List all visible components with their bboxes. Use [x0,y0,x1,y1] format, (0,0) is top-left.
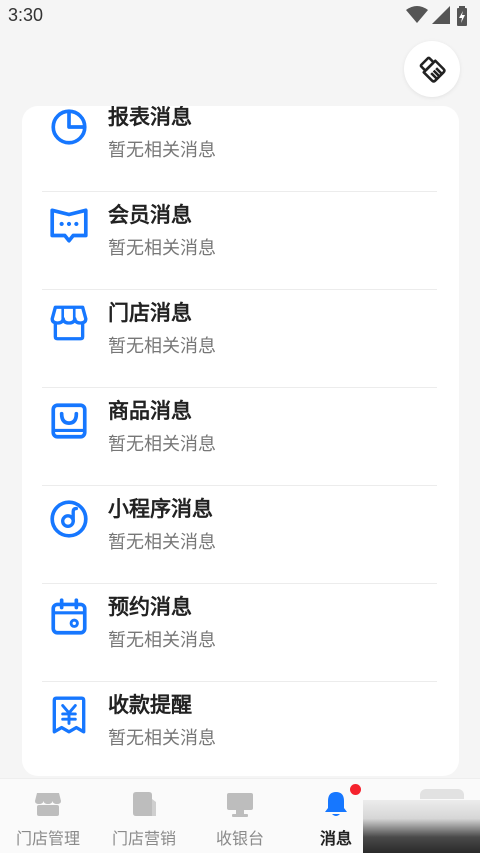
tab-cashier[interactable]: 收银台 [192,779,288,853]
message-row-product[interactable]: 商品消息 暂无相关消息 [42,388,437,486]
battery-icon [457,6,467,26]
shopping-bag-icon [51,403,87,439]
signal-icon [432,6,450,24]
marketing-icon [133,792,156,816]
tab-store-marketing[interactable]: 门店营销 [96,779,192,853]
broom-icon [419,56,446,83]
message-row-appointment[interactable]: 预约消息 暂无相关消息 [42,584,437,682]
tab-label: 门店管理 [15,829,80,848]
message-row-mini-program[interactable]: 小程序消息 暂无相关消息 [42,486,437,584]
message-subtitle: 暂无相关消息 [108,336,216,357]
status-time: 3:30 [8,5,44,25]
notification-badge [350,784,361,795]
message-subtitle: 暂无相关消息 [108,238,216,259]
store-icon [35,793,61,816]
status-bar: 3:30 [0,0,480,34]
yuan-receipt-icon [52,696,86,734]
pie-chart-icon [51,109,87,145]
message-title: 预约消息 [108,595,192,619]
message-title: 小程序消息 [108,497,213,521]
message-subtitle: 暂无相关消息 [108,434,216,455]
message-list-card: 报表消息 暂无相关消息 会员消息 暂无相关消息 门店消息 暂无相关消息 商品消息… [22,106,459,776]
mini-program-icon [50,500,88,538]
calendar-icon [51,598,87,635]
message-title: 报表消息 [108,106,192,129]
message-title: 会员消息 [108,203,192,227]
message-subtitle: 暂无相关消息 [108,140,216,161]
message-subtitle: 暂无相关消息 [108,532,216,553]
tab-label: 门店营销 [111,829,176,848]
status-icons [406,6,472,26]
bell-icon [325,792,347,816]
message-title: 门店消息 [108,301,192,325]
clear-messages-button[interactable] [404,41,460,97]
message-subtitle: 暂无相关消息 [108,728,216,749]
message-row-member[interactable]: 会员消息 暂无相关消息 [42,192,437,290]
system-gesture-overlay [363,800,480,853]
message-row-payment[interactable]: 收款提醒 暂无相关消息 [42,682,437,776]
chat-bubble-icon [50,208,88,243]
message-title: 商品消息 [108,399,192,423]
monitor-icon [227,793,253,817]
message-row-store[interactable]: 门店消息 暂无相关消息 [42,290,437,388]
wifi-icon [406,6,428,23]
overlay-handle [420,789,464,799]
message-title: 收款提醒 [108,693,192,717]
tab-label: 收银台 [215,829,264,848]
storefront-icon [50,305,88,341]
tab-store-management[interactable]: 门店管理 [0,779,96,853]
message-subtitle: 暂无相关消息 [108,630,216,651]
message-row-report[interactable]: 报表消息 暂无相关消息 [42,106,437,192]
